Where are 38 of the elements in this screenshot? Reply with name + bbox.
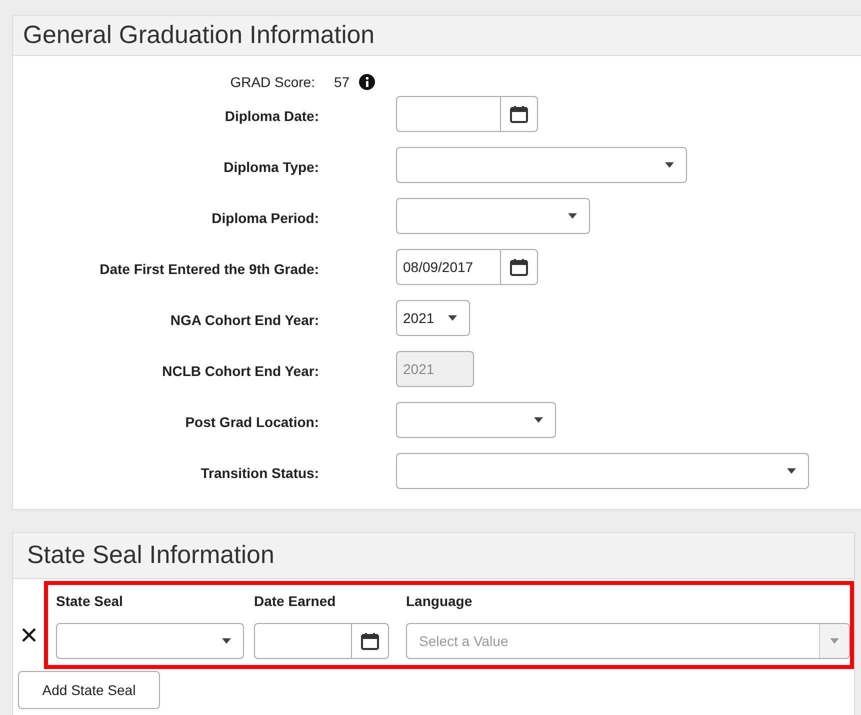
caret-icon xyxy=(830,638,839,644)
calendar-button[interactable] xyxy=(352,623,389,659)
grad-score-value: 57 xyxy=(334,72,350,92)
caret-icon xyxy=(534,417,543,423)
field-label: Transition Status: xyxy=(200,464,319,483)
section-header: General Graduation Information xyxy=(13,16,861,56)
calendar-button[interactable] xyxy=(501,96,538,132)
dropdown[interactable]: 2021 xyxy=(396,300,470,336)
info-icon[interactable] xyxy=(358,74,375,90)
date-picker[interactable]: 08/09/2017 xyxy=(396,249,538,285)
calendar-icon xyxy=(509,104,529,124)
field-label: Post Grad Location: xyxy=(184,413,319,432)
column-header: Language xyxy=(406,592,474,607)
calendar-icon xyxy=(360,631,380,651)
caret-icon xyxy=(448,315,457,321)
section-header: State Seal Information xyxy=(13,533,854,579)
field-label: Diploma Period: xyxy=(210,209,319,228)
date-field[interactable]: 08/09/2017 xyxy=(396,249,501,285)
calendar-button[interactable] xyxy=(501,249,538,285)
column-header: State Seal xyxy=(56,592,124,607)
caret-icon xyxy=(222,638,231,644)
caret-icon xyxy=(568,213,577,219)
column-header: Date Earned xyxy=(254,592,337,607)
add-button[interactable]: Add State Seal xyxy=(18,671,160,709)
field-label: Diploma Type: xyxy=(222,158,319,177)
caret-icon xyxy=(787,468,796,474)
calendar-icon xyxy=(509,257,529,277)
date-field[interactable] xyxy=(254,623,352,659)
field-label: NCLB Cohort End Year: xyxy=(161,362,319,381)
field-label: NGA Cohort End Year: xyxy=(169,311,319,330)
date-field[interactable] xyxy=(396,96,501,132)
date-picker[interactable] xyxy=(396,96,538,132)
grad-score-label: GRAD Score: xyxy=(229,72,315,92)
close-icon[interactable] xyxy=(20,627,36,643)
field-label: Diploma Date: xyxy=(224,107,319,126)
date-picker[interactable] xyxy=(254,623,389,659)
caret-icon xyxy=(665,162,674,168)
field-label: Date First Entered the 9th Grade: xyxy=(98,260,319,279)
